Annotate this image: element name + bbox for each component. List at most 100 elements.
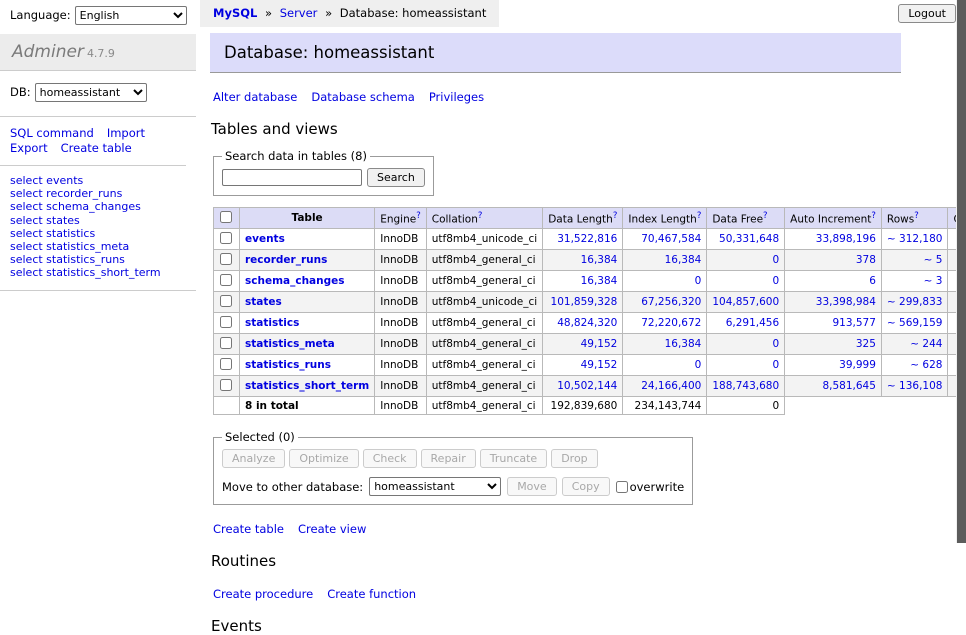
events-rows-link[interactable]: ~ 312,180 bbox=[887, 233, 943, 245]
optimize-button[interactable]: Optimize bbox=[289, 449, 358, 468]
statistics-short-term-data-free-link[interactable]: 188,743,680 bbox=[712, 380, 779, 392]
sidebar-link-create-table[interactable]: Create table bbox=[61, 141, 132, 156]
routines-link-create-procedure[interactable]: Create procedure bbox=[213, 587, 313, 601]
table-link-statistics-short-term[interactable]: statistics_short_term bbox=[245, 380, 369, 392]
table-link-statistics[interactable]: statistics bbox=[245, 317, 299, 329]
states-data-length-link[interactable]: 101,859,328 bbox=[551, 296, 618, 308]
row-checkbox-states[interactable] bbox=[220, 295, 232, 307]
language-select[interactable]: English bbox=[75, 6, 187, 25]
overwrite-checkbox[interactable] bbox=[616, 481, 628, 493]
recorder-runs-data-free-link[interactable]: 0 bbox=[772, 254, 779, 266]
sidebar-table-link-select-statistics[interactable]: select statistics bbox=[10, 227, 196, 240]
move-button[interactable]: Move bbox=[507, 477, 557, 496]
sidebar-link-export[interactable]: Export bbox=[10, 141, 48, 156]
statistics-auto-increment-link[interactable]: 913,577 bbox=[833, 317, 876, 329]
row-checkbox-statistics-short-term[interactable] bbox=[220, 379, 232, 391]
table-link-recorder-runs[interactable]: recorder_runs bbox=[245, 254, 327, 266]
states-data-free-link[interactable]: 104,857,600 bbox=[712, 296, 779, 308]
help-link-index-length[interactable]: ? bbox=[697, 211, 702, 221]
search-button[interactable]: Search bbox=[367, 168, 425, 187]
db-link-alter-database[interactable]: Alter database bbox=[213, 90, 297, 104]
statistics-short-term-rows-link[interactable]: ~ 136,108 bbox=[887, 380, 943, 392]
states-auto-increment-link[interactable]: 33,398,984 bbox=[816, 296, 876, 308]
sidebar-table-link-select-events[interactable]: select events bbox=[10, 174, 196, 187]
breadcrumb-server-link[interactable]: Server bbox=[280, 6, 318, 20]
breadcrumb-mysql-link[interactable]: MySQL bbox=[213, 6, 257, 20]
drop-button[interactable]: Drop bbox=[551, 449, 597, 468]
help-link-data-free[interactable]: ? bbox=[763, 211, 768, 221]
db-link-privileges[interactable]: Privileges bbox=[429, 90, 484, 104]
help-link-rows[interactable]: ? bbox=[914, 211, 919, 221]
select-all-checkbox[interactable] bbox=[220, 211, 232, 223]
search-input[interactable] bbox=[222, 169, 362, 186]
statistics-meta-rows-link[interactable]: ~ 244 bbox=[910, 338, 942, 350]
check-button[interactable]: Check bbox=[363, 449, 417, 468]
schema-changes-rows-link[interactable]: ~ 3 bbox=[924, 275, 943, 287]
recorder-runs-data-length-link[interactable]: 16,384 bbox=[581, 254, 618, 266]
events-auto-increment-link[interactable]: 33,898,196 bbox=[816, 233, 876, 245]
statistics-data-free-link[interactable]: 6,291,456 bbox=[726, 317, 779, 329]
move-database-select[interactable]: homeassistant bbox=[369, 477, 501, 496]
statistics-meta-data-length-link[interactable]: 49,152 bbox=[581, 338, 618, 350]
events-data-free-link[interactable]: 50,331,648 bbox=[719, 233, 779, 245]
logout-button[interactable]: Logout bbox=[898, 4, 956, 23]
row-checkbox-statistics-runs[interactable] bbox=[220, 358, 232, 370]
repair-button[interactable]: Repair bbox=[421, 449, 476, 468]
row-checkbox-events[interactable] bbox=[220, 232, 232, 244]
recorder-runs-auto-increment-link[interactable]: 378 bbox=[856, 254, 876, 266]
table-link-statistics-runs[interactable]: statistics_runs bbox=[245, 359, 331, 371]
help-link-engine[interactable]: ? bbox=[416, 211, 421, 221]
table-link-states[interactable]: states bbox=[245, 296, 282, 308]
truncate-button[interactable]: Truncate bbox=[480, 449, 547, 468]
sidebar-table-link-select-schema-changes[interactable]: select schema_changes bbox=[10, 200, 196, 213]
help-link-auto-increment[interactable]: ? bbox=[871, 211, 876, 221]
states-index-length-link[interactable]: 67,256,320 bbox=[641, 296, 701, 308]
copy-button[interactable]: Copy bbox=[562, 477, 610, 496]
scrollbar-thumb[interactable] bbox=[957, 0, 966, 543]
statistics-data-length-link[interactable]: 48,824,320 bbox=[557, 317, 617, 329]
statistics-short-term-index-length-link[interactable]: 24,166,400 bbox=[641, 380, 701, 392]
statistics-runs-data-length-link[interactable]: 49,152 bbox=[581, 359, 618, 371]
schema-changes-index-length-link[interactable]: 0 bbox=[695, 275, 702, 287]
recorder-runs-rows-link[interactable]: ~ 5 bbox=[924, 254, 943, 266]
statistics-meta-index-length-link[interactable]: 16,384 bbox=[665, 338, 702, 350]
statistics-runs-rows-link[interactable]: ~ 628 bbox=[910, 359, 942, 371]
sidebar-link-sql-command[interactable]: SQL command bbox=[10, 126, 94, 141]
row-checkbox-schema-changes[interactable] bbox=[220, 274, 232, 286]
sidebar-link-import[interactable]: Import bbox=[107, 126, 145, 141]
statistics-runs-index-length-link[interactable]: 0 bbox=[695, 359, 702, 371]
routines-link-create-function[interactable]: Create function bbox=[327, 587, 416, 601]
table-link-statistics-meta[interactable]: statistics_meta bbox=[245, 338, 335, 350]
analyze-button[interactable]: Analyze bbox=[222, 449, 285, 468]
recorder-runs-index-length-link[interactable]: 16,384 bbox=[665, 254, 702, 266]
states-rows-link[interactable]: ~ 299,833 bbox=[887, 296, 943, 308]
schema-changes-data-free-link[interactable]: 0 bbox=[772, 275, 779, 287]
statistics-meta-data-free-link[interactable]: 0 bbox=[772, 338, 779, 350]
statistics-rows-link[interactable]: ~ 569,159 bbox=[887, 317, 943, 329]
help-link-data-length[interactable]: ? bbox=[613, 211, 618, 221]
statistics-runs-data-free-link[interactable]: 0 bbox=[772, 359, 779, 371]
statistics-short-term-data-length-link[interactable]: 10,502,144 bbox=[557, 380, 617, 392]
row-checkbox-recorder-runs[interactable] bbox=[220, 253, 232, 265]
table-link-schema-changes[interactable]: schema_changes bbox=[245, 275, 345, 287]
statistics-index-length-link[interactable]: 72,220,672 bbox=[641, 317, 701, 329]
sidebar-table-link-select-recorder-runs[interactable]: select recorder_runs bbox=[10, 187, 196, 200]
help-link-collation[interactable]: ? bbox=[478, 211, 483, 221]
sidebar-table-link-select-statistics-meta[interactable]: select statistics_meta bbox=[10, 240, 196, 253]
schema-changes-data-length-link[interactable]: 16,384 bbox=[581, 275, 618, 287]
sidebar-table-link-select-states[interactable]: select states bbox=[10, 214, 196, 227]
statistics-short-term-auto-increment-link[interactable]: 8,581,645 bbox=[822, 380, 875, 392]
row-checkbox-statistics[interactable] bbox=[220, 316, 232, 328]
sidebar-table-link-select-statistics-runs[interactable]: select statistics_runs bbox=[10, 253, 196, 266]
create-link-create-view[interactable]: Create view bbox=[298, 522, 366, 536]
db-link-database-schema[interactable]: Database schema bbox=[311, 90, 414, 104]
events-index-length-link[interactable]: 70,467,584 bbox=[641, 233, 701, 245]
row-checkbox-statistics-meta[interactable] bbox=[220, 337, 232, 349]
table-link-events[interactable]: events bbox=[245, 233, 285, 245]
schema-changes-auto-increment-link[interactable]: 6 bbox=[869, 275, 876, 287]
events-data-length-link[interactable]: 31,522,816 bbox=[557, 233, 617, 245]
db-select[interactable]: homeassistant bbox=[35, 83, 147, 102]
sidebar-table-link-select-statistics-short-term[interactable]: select statistics_short_term bbox=[10, 266, 196, 279]
statistics-runs-auto-increment-link[interactable]: 39,999 bbox=[839, 359, 876, 371]
statistics-meta-auto-increment-link[interactable]: 325 bbox=[856, 338, 876, 350]
